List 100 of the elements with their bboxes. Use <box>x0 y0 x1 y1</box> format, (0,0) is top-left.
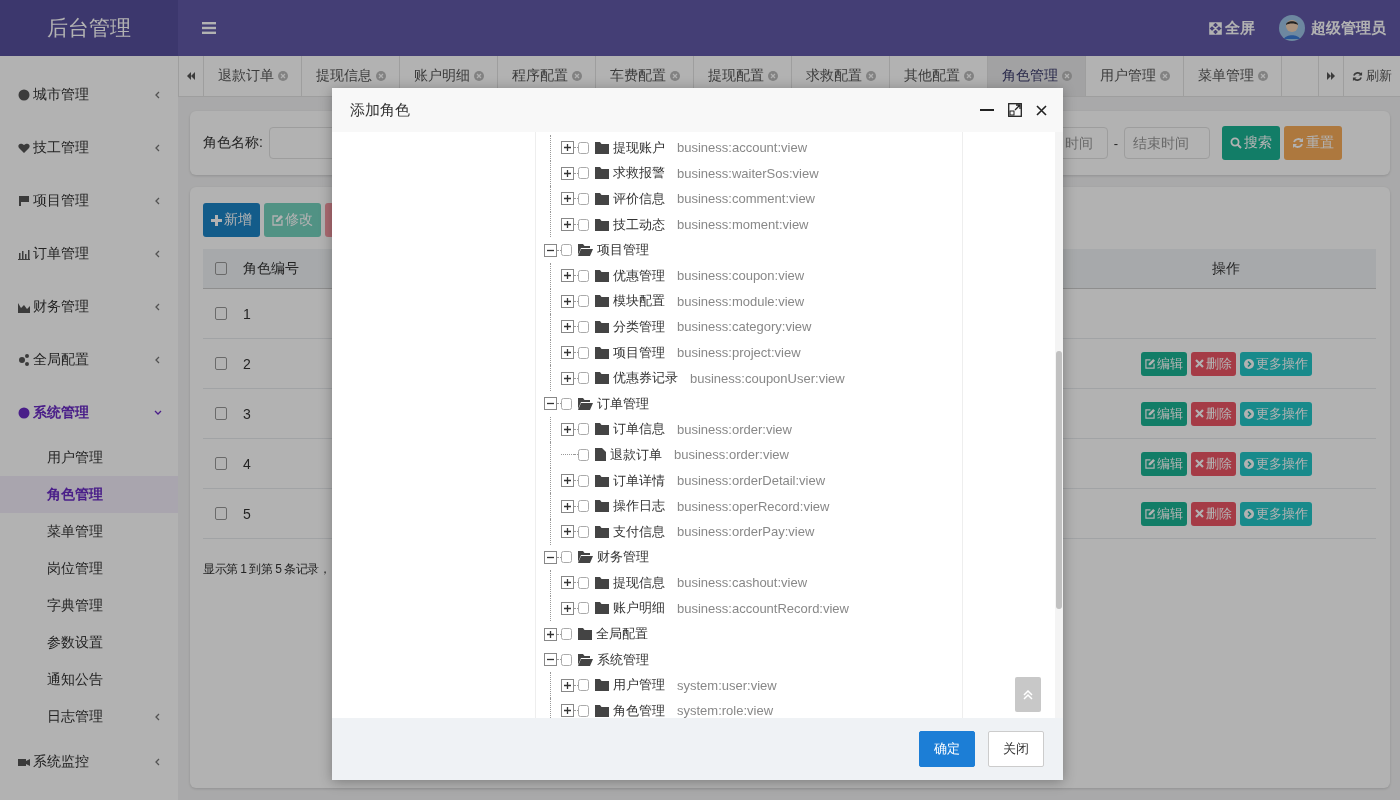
checkbox[interactable] <box>578 474 589 487</box>
checkbox[interactable] <box>561 653 572 666</box>
avatar-icon[interactable] <box>1279 15 1305 41</box>
expand-toggle[interactable] <box>561 192 574 206</box>
expand-toggle[interactable] <box>561 525 574 539</box>
sidebar-subitem[interactable]: 参数设置 <box>0 624 178 661</box>
tree-node-label[interactable]: 订单管理 <box>597 394 649 413</box>
checkbox[interactable] <box>578 500 589 513</box>
expand-toggle[interactable] <box>561 346 574 360</box>
sidebar-item[interactable]: 全局配置 <box>0 333 178 386</box>
scroll-left-button[interactable] <box>178 56 204 96</box>
end-date-field[interactable]: 结束时间 <box>1124 127 1210 159</box>
checkbox[interactable] <box>578 295 589 308</box>
expand-toggle[interactable] <box>561 576 574 590</box>
tree-node-label[interactable]: 用户管理 <box>613 676 665 695</box>
scrollbar[interactable] <box>1055 132 1063 718</box>
tree-node-label[interactable]: 全局配置 <box>596 625 648 644</box>
checkbox[interactable] <box>578 346 589 359</box>
sidebar-item[interactable]: 财务管理 <box>0 280 178 333</box>
tab[interactable]: 菜单管理 <box>1184 56 1282 96</box>
checkbox[interactable] <box>578 448 589 461</box>
tab[interactable]: 退款订单 <box>204 56 302 96</box>
tree-node-label[interactable]: 项目管理 <box>613 343 665 362</box>
maximize-icon[interactable] <box>1008 103 1022 117</box>
expand-toggle[interactable] <box>561 602 574 615</box>
expand-toggle[interactable] <box>561 474 574 487</box>
tree-node-label[interactable]: 财务管理 <box>597 548 649 567</box>
checkbox[interactable] <box>215 357 227 370</box>
sidebar-item[interactable]: 城市管理 <box>0 68 178 121</box>
tree-node-label[interactable]: 优惠管理 <box>613 266 665 285</box>
checkbox[interactable] <box>578 320 589 333</box>
tree-node-label[interactable]: 评价信息 <box>613 190 665 208</box>
sidebar-item[interactable]: 订单管理 <box>0 227 178 280</box>
checkbox[interactable] <box>578 525 589 538</box>
tree-node-label[interactable]: 账户明细 <box>613 599 665 618</box>
checkbox[interactable] <box>578 576 589 589</box>
sidebar-subitem[interactable]: 字典管理 <box>0 587 178 624</box>
tree-node-label[interactable]: 角色管理 <box>613 701 665 718</box>
checkbox[interactable] <box>578 167 589 180</box>
add-button[interactable]: 新增 <box>203 203 260 237</box>
expand-toggle[interactable] <box>561 166 574 180</box>
checkbox[interactable] <box>578 193 589 205</box>
expand-toggle[interactable] <box>544 243 557 257</box>
sidebar-item[interactable]: 项目管理 <box>0 174 178 227</box>
tree-node-label[interactable]: 系统管理 <box>597 650 649 669</box>
confirm-button[interactable]: 确定 <box>919 731 975 767</box>
tree-node-label[interactable]: 分类管理 <box>613 317 665 336</box>
checkbox[interactable] <box>578 423 589 436</box>
sidebar-subitem[interactable]: 用户管理 <box>0 439 178 476</box>
sidebar-item[interactable]: 技工管理 <box>0 121 178 174</box>
checkbox[interactable] <box>578 141 589 154</box>
back-to-top-button[interactable] <box>1015 677 1041 712</box>
tab[interactable]: 用户管理 <box>1086 56 1184 96</box>
checkbox[interactable] <box>215 262 227 275</box>
expand-toggle[interactable] <box>561 294 574 308</box>
expand-toggle[interactable] <box>561 320 574 334</box>
menu-icon[interactable] <box>202 22 216 34</box>
expand-toggle[interactable] <box>561 371 574 385</box>
checkbox[interactable] <box>578 602 589 615</box>
expand-toggle[interactable] <box>544 397 557 411</box>
expand-toggle[interactable] <box>561 269 574 283</box>
tree-node-label[interactable]: 优惠券记录 <box>613 369 678 388</box>
checkbox[interactable] <box>561 397 572 410</box>
checkbox[interactable] <box>561 244 572 257</box>
checkbox[interactable] <box>578 218 589 231</box>
close-icon[interactable] <box>1036 104 1047 116</box>
expand-toggle[interactable] <box>561 678 574 692</box>
expand-toggle[interactable] <box>561 422 574 436</box>
expand-toggle[interactable] <box>561 141 574 155</box>
tree-node-label[interactable]: 提现账户 <box>613 138 665 157</box>
tree-node-label[interactable]: 求救报警 <box>613 164 665 183</box>
checkbox[interactable] <box>215 307 227 320</box>
checkbox[interactable] <box>578 704 589 717</box>
checkbox[interactable] <box>215 457 227 470</box>
tree-node-label[interactable]: 模块配置 <box>613 292 665 311</box>
tree-node-label[interactable]: 提现信息 <box>613 573 665 592</box>
sidebar-subitem[interactable]: 菜单管理 <box>0 513 178 550</box>
sidebar-subitem[interactable]: 角色管理 <box>0 476 178 513</box>
sidebar-subitem[interactable]: 通知公告 <box>0 661 178 698</box>
expand-toggle[interactable] <box>561 499 574 513</box>
tree-node-label[interactable]: 支付信息 <box>613 522 665 541</box>
expand-toggle[interactable] <box>561 218 574 232</box>
tree-node-label[interactable]: 操作日志 <box>613 497 665 516</box>
tree-node-label[interactable]: 退款订单 <box>610 445 662 464</box>
sidebar-item[interactable]: 系统监控 <box>0 735 178 788</box>
user-name[interactable]: 超级管理员 <box>1311 18 1386 38</box>
tree-node-label[interactable]: 技工动态 <box>613 215 665 234</box>
sidebar-subitem[interactable]: 日志管理 <box>0 698 178 735</box>
checkbox[interactable] <box>578 269 589 282</box>
close-button[interactable]: 关闭 <box>988 731 1044 767</box>
tree-node-label[interactable]: 项目管理 <box>597 241 649 260</box>
checkbox[interactable] <box>578 679 589 692</box>
tree-node-label[interactable]: 订单详情 <box>613 471 665 490</box>
checkbox[interactable] <box>215 507 227 520</box>
tree-node-label[interactable]: 订单信息 <box>613 420 665 439</box>
checkbox[interactable] <box>578 372 589 385</box>
expand-toggle[interactable] <box>544 627 557 641</box>
sidebar-subitem[interactable]: 岗位管理 <box>0 550 178 587</box>
fullscreen-button[interactable]: 全屏 <box>1209 18 1255 38</box>
checkbox[interactable] <box>561 551 572 564</box>
